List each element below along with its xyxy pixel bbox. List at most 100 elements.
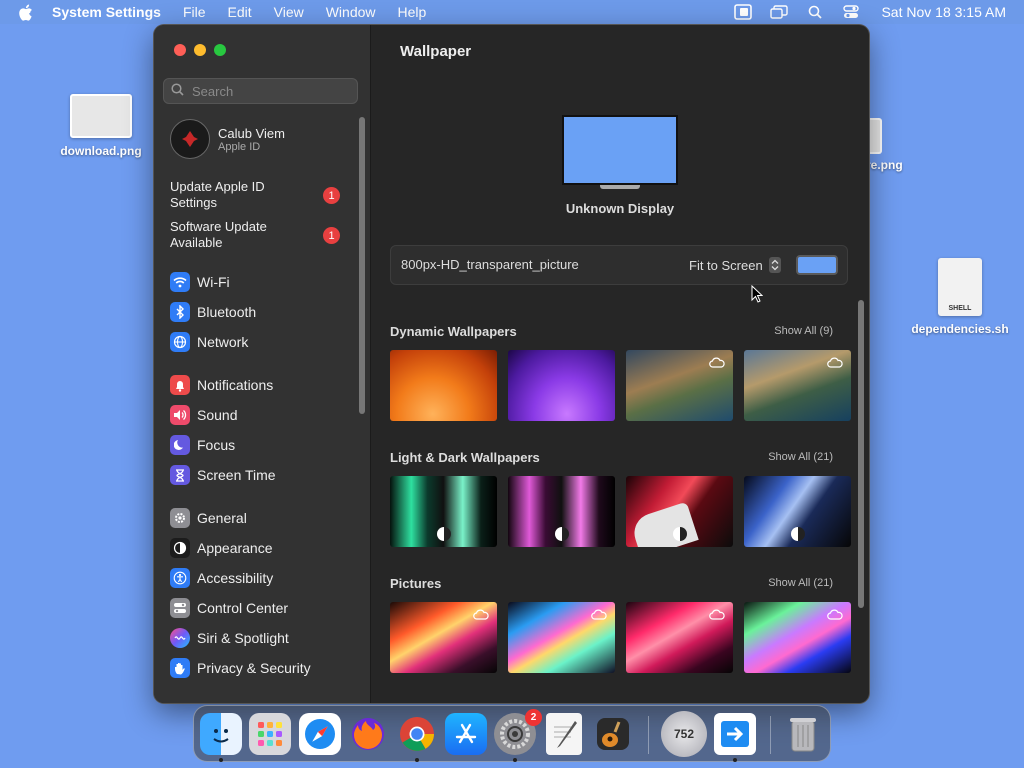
menu-window[interactable]: Window — [326, 4, 376, 20]
apple-id-account[interactable]: Calub Viem Apple ID — [170, 119, 285, 159]
desktop-file-label: re.png — [866, 158, 903, 172]
dock-firefox-icon[interactable] — [347, 713, 389, 755]
sidebar-item-label: Bluetooth — [197, 304, 257, 320]
window-controls — [174, 44, 226, 56]
sidebar-item-screen-time[interactable]: Screen Time — [170, 463, 350, 487]
cloud-download-icon — [827, 607, 843, 625]
sidebar-scrollbar[interactable] — [359, 117, 365, 414]
sidebar-item-label: Siri & Spotlight — [197, 630, 289, 646]
wallpaper-thumb-macbook-green[interactable] — [390, 476, 497, 547]
sidebar-item-network[interactable]: Network — [170, 330, 350, 354]
stage-manager-icon[interactable] — [733, 3, 753, 21]
wallpaper-thumb-catalina-day[interactable] — [626, 350, 733, 421]
siri-icon — [170, 628, 190, 648]
zoom-button[interactable] — [214, 44, 226, 56]
sidebar-item-label: Appearance — [197, 540, 273, 556]
search-input[interactable] — [190, 82, 344, 100]
wallpaper-thumb-picture-rainbow[interactable] — [508, 602, 615, 673]
desktop-file-dependencies-sh[interactable]: SHELL dependencies.sh — [904, 258, 1016, 336]
hourglass-icon — [170, 465, 190, 485]
wallpaper-thumb-ventura-orange[interactable] — [390, 350, 497, 421]
current-wallpaper-row: 800px-HD_transparent_picture Fit to Scre… — [390, 245, 848, 285]
dock-trash-icon[interactable] — [782, 713, 824, 755]
display-screen — [562, 115, 678, 185]
show-all-dynamic-button[interactable]: Show All (9) — [774, 325, 833, 337]
light-dark-wallpaper-grid — [390, 476, 851, 547]
show-all-light-dark-button[interactable]: Show All (21) — [768, 451, 833, 463]
display-name: Unknown Display — [565, 201, 675, 216]
running-indicator — [733, 758, 737, 762]
menu-help[interactable]: Help — [398, 4, 427, 20]
desktop-file-png-partial[interactable]: re.png — [866, 118, 914, 172]
running-indicator — [415, 758, 419, 762]
sidebar-item-siri-spotlight[interactable]: Siri & Spotlight — [170, 626, 350, 650]
wallpaper-thumb-picture-magenta[interactable] — [626, 602, 733, 673]
wallpaper-thumb-ventura-purple[interactable] — [508, 350, 615, 421]
menu-edit[interactable]: Edit — [228, 4, 252, 20]
sidebar-item-focus[interactable]: Focus — [170, 433, 350, 457]
dock-counter-app-icon[interactable]: 752 — [661, 711, 707, 757]
dock-app-store-icon[interactable] — [445, 713, 487, 755]
dock-migration-icon[interactable] — [714, 713, 756, 755]
cloud-download-icon — [591, 607, 607, 625]
desktop-file-label: download.png — [60, 144, 142, 158]
menu-bar: System Settings File Edit View Window He… — [0, 0, 1024, 24]
background-color-swatch[interactable] — [796, 255, 838, 275]
search-field[interactable] — [163, 78, 358, 104]
dock-system-settings-icon[interactable]: 2 — [494, 709, 542, 755]
sidebar-item-bluetooth[interactable]: Bluetooth — [170, 300, 350, 324]
speaker-icon — [170, 405, 190, 425]
sidebar-item-accessibility[interactable]: Accessibility — [170, 566, 350, 590]
cloud-download-icon — [709, 607, 725, 625]
apple-menu-icon[interactable] — [18, 3, 36, 21]
sidebar-item-appearance[interactable]: Appearance — [170, 536, 350, 560]
fit-mode-popup[interactable]: Fit to Screen — [689, 257, 781, 273]
dock-chrome-icon[interactable] — [396, 713, 438, 755]
menu-app-name[interactable]: System Settings — [52, 4, 161, 20]
light-dark-mode-icon — [673, 527, 687, 541]
wallpaper-shape — [629, 501, 699, 547]
sidebar-item-notifications[interactable]: Notifications — [170, 373, 350, 397]
dock-finder-icon[interactable] — [200, 713, 242, 755]
control-center-icon[interactable] — [841, 3, 861, 21]
sidebar-item-sound[interactable]: Sound — [170, 403, 350, 427]
sidebar-item-privacy-security[interactable]: Privacy & Security — [170, 656, 350, 680]
screen-mirroring-icon[interactable] — [769, 3, 789, 21]
fit-mode-value: Fit to Screen — [689, 257, 763, 273]
menu-view[interactable]: View — [274, 4, 304, 20]
notice-label: Software Update Available — [170, 219, 267, 250]
notice-software-update[interactable]: Software Update Available 1 — [170, 219, 350, 251]
file-type-tag: SHELL — [948, 305, 972, 312]
dock-safari-icon[interactable] — [299, 713, 341, 755]
wallpaper-thumb-picture-aurora[interactable] — [744, 602, 851, 673]
wallpaper-thumb-macbook-blue[interactable] — [744, 476, 851, 547]
sidebar-item-control-center[interactable]: Control Center — [170, 596, 350, 620]
wallpaper-thumb-catalina-coast[interactable] — [744, 350, 851, 421]
wallpaper-thumb-macbook-red[interactable] — [626, 476, 733, 547]
wallpaper-thumb-macbook-pink[interactable] — [508, 476, 615, 547]
dock-launchpad-icon[interactable] — [249, 713, 291, 755]
menu-clock[interactable]: Sat Nov 18 3:15 AM — [881, 4, 1006, 20]
display-stand — [600, 185, 640, 189]
minimize-button[interactable] — [194, 44, 206, 56]
menu-file[interactable]: File — [183, 4, 206, 20]
section-title-light-dark: Light & Dark Wallpapers — [390, 450, 540, 465]
wallpaper-thumb-picture-orange[interactable] — [390, 602, 497, 673]
moon-icon — [170, 435, 190, 455]
cloud-download-icon — [473, 607, 489, 625]
sidebar-item-general[interactable]: General — [170, 506, 350, 530]
running-indicator — [219, 758, 223, 762]
spotlight-search-icon[interactable] — [805, 3, 825, 21]
dock-garageband-icon[interactable] — [592, 713, 634, 755]
sidebar-item-wifi[interactable]: Wi-Fi — [170, 270, 350, 294]
dock-textedit-icon[interactable] — [546, 713, 582, 755]
cloud-download-icon — [709, 355, 725, 373]
dock-separator — [770, 716, 771, 754]
content-scrollbar[interactable] — [858, 300, 864, 608]
section-title-dynamic: Dynamic Wallpapers — [390, 324, 517, 339]
gear-icon — [170, 508, 190, 528]
close-button[interactable] — [174, 44, 186, 56]
notice-update-apple-id[interactable]: Update Apple ID Settings 1 — [170, 179, 350, 211]
show-all-pictures-button[interactable]: Show All (21) — [768, 577, 833, 589]
desktop-file-download-png[interactable]: download.png — [56, 94, 146, 158]
